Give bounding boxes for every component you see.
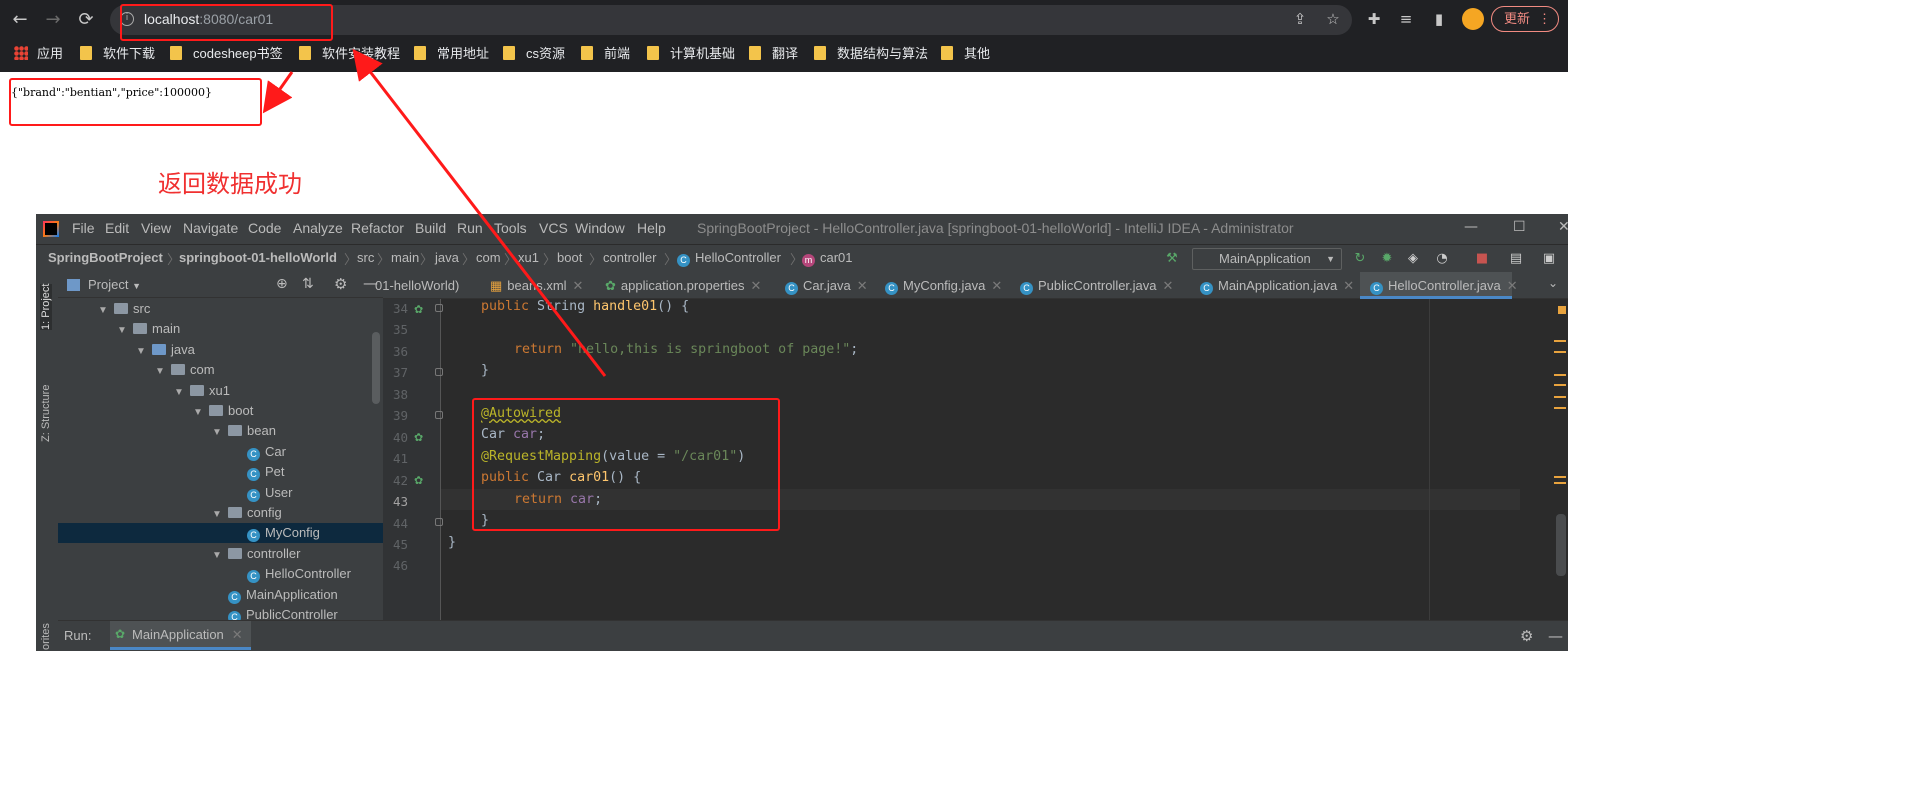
arrow-code-to-url: [352, 48, 607, 377]
annotation-arrows: [262, 48, 607, 377]
arrow-to-json: [262, 71, 294, 114]
